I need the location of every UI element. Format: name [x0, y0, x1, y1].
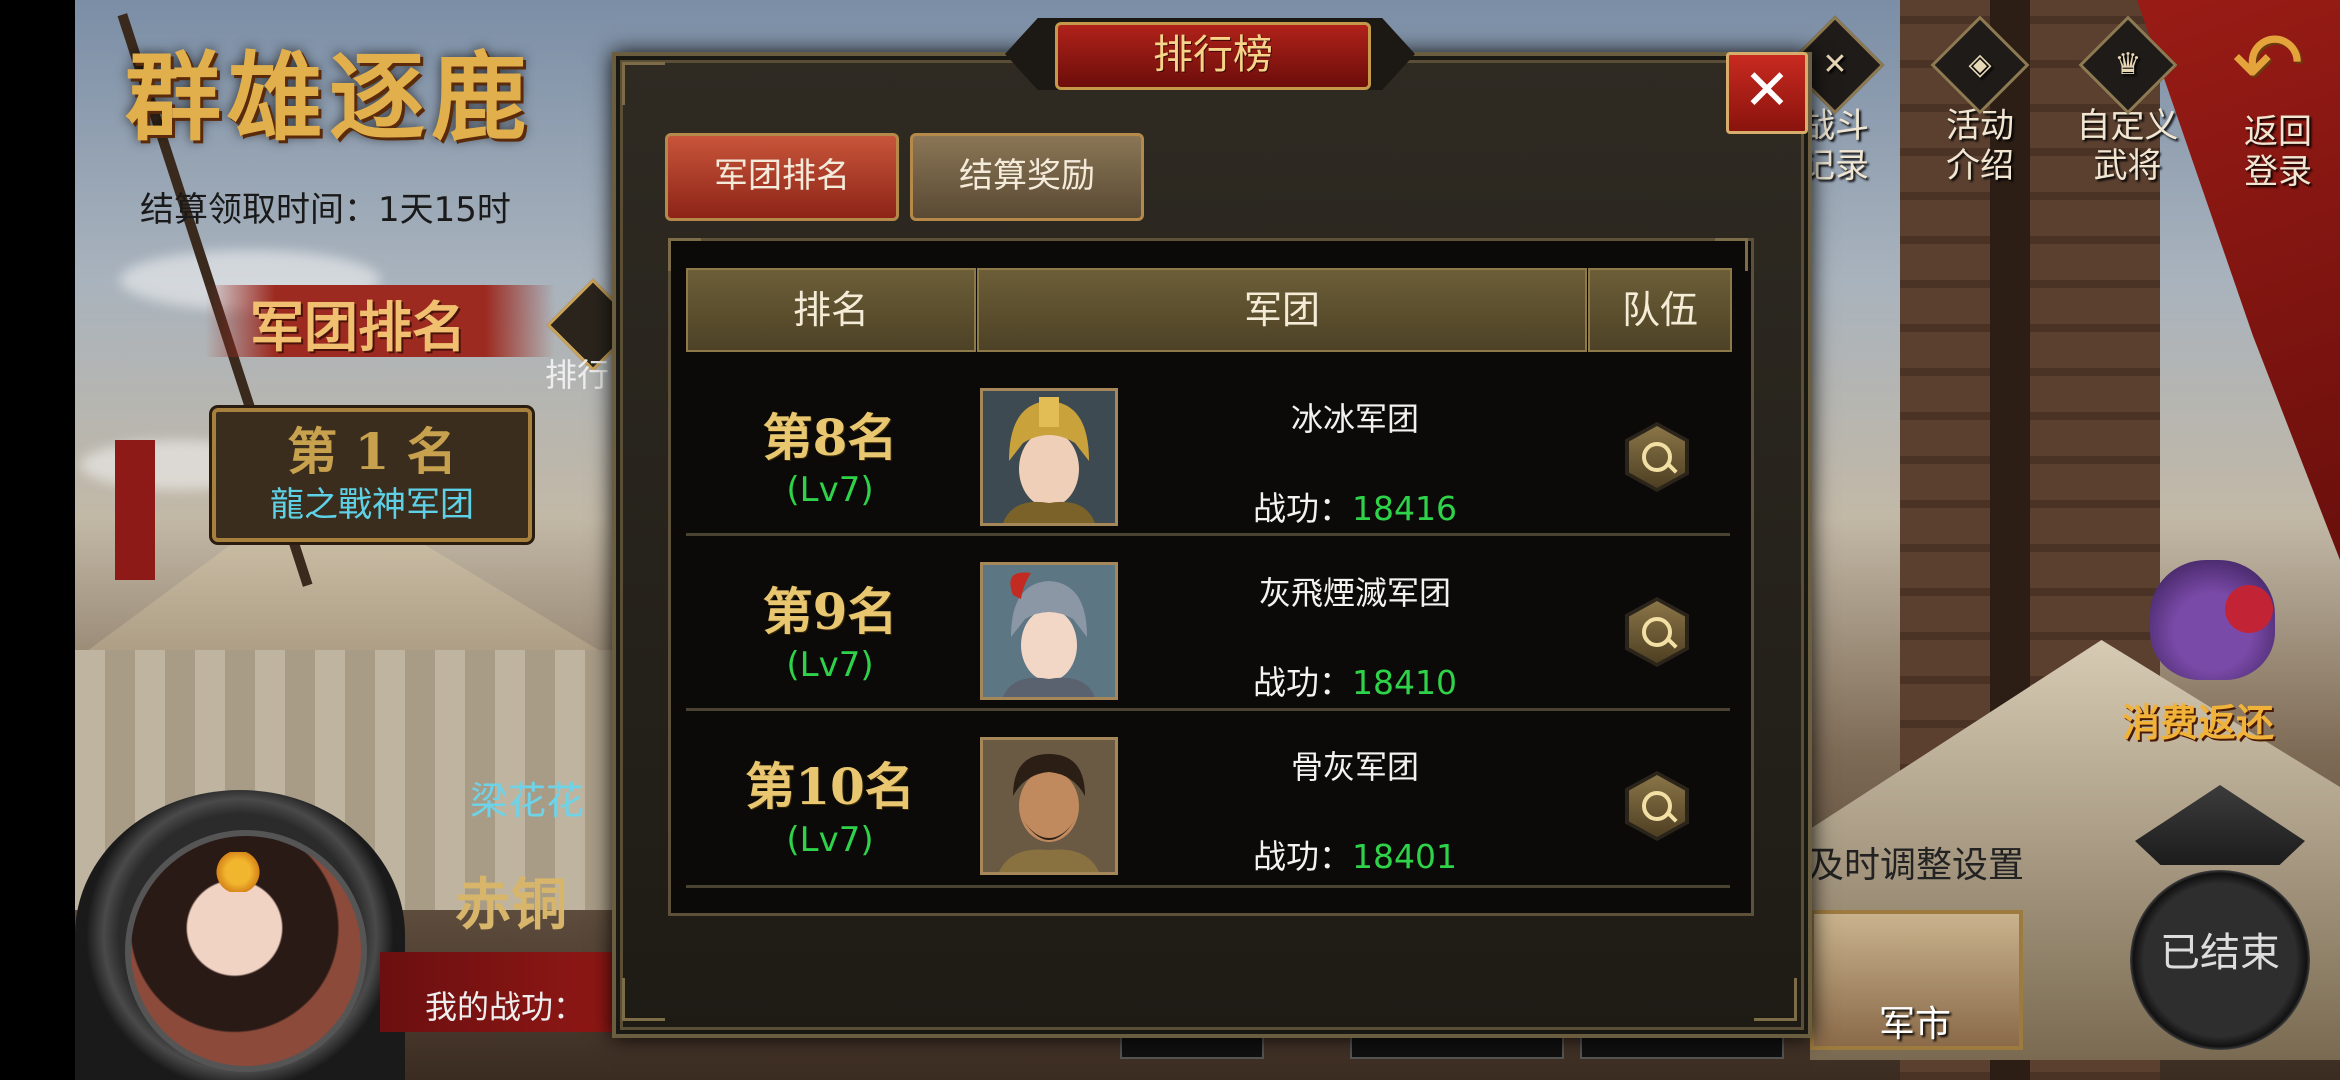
player-title: 赤铜: [455, 872, 567, 938]
merit-value: 18401: [1352, 837, 1457, 876]
rank-name: 第10名: [745, 757, 915, 816]
flower-hairpin-icon: [215, 852, 261, 892]
team-leader-portrait: [980, 737, 1118, 875]
team-leader-portrait: [980, 388, 1118, 526]
modal-title: 排行榜: [1055, 22, 1371, 90]
event-info-button[interactable]: ◈ 活动 介绍: [1930, 15, 2030, 186]
team-merit: 战功：18401: [1150, 830, 1560, 878]
settle-time: 结算领取时间：1天15时: [140, 190, 511, 230]
magnifier-icon: [1642, 617, 1672, 647]
custom-general-button[interactable]: ♛ 自定义 武将: [2065, 15, 2190, 186]
ranking-banner: 军团排名: [250, 295, 466, 359]
knot-icon: [2225, 585, 2273, 633]
merit-label: 战功：: [1253, 489, 1352, 528]
helmet-icon: ♛: [2078, 15, 2177, 115]
merit-label: 战功：: [1253, 663, 1352, 702]
close-button[interactable]: ✕: [1726, 52, 1808, 134]
column-header-rank: 排名: [686, 268, 976, 352]
team-level: (Lv7): [786, 645, 874, 685]
event-title: 群雄逐鹿: [125, 41, 533, 154]
table-corner: [1715, 238, 1748, 271]
team-level: (Lv7): [786, 820, 874, 860]
magnifier-icon: [1642, 442, 1672, 472]
team-leader-portrait: [980, 562, 1118, 700]
rank-name: 第8名: [762, 408, 898, 467]
merit-label: 战功：: [1253, 837, 1352, 876]
frame-corner: [1754, 978, 1797, 1021]
first-place-rank: 第 1 名: [287, 422, 457, 481]
ended-label: 已结束: [2160, 930, 2280, 976]
tab-settlement-rewards[interactable]: 结算奖励: [910, 133, 1144, 221]
scroll-icon: ◈: [1930, 15, 2030, 115]
tab-team-ranking[interactable]: 军团排名: [665, 133, 899, 221]
back-arrow-icon[interactable]: ↶: [2232, 21, 2304, 107]
team-name: 灰飛煙滅军团: [1258, 574, 1451, 612]
return-login-button[interactable]: 返回 登录: [2228, 112, 2328, 192]
my-merit-label: 我的战功：: [425, 988, 586, 1026]
rank-name: 第9名: [762, 582, 898, 641]
gold-helmet-portrait-icon: [983, 391, 1115, 523]
game-screen: 群雄逐鹿 结算领取时间：1天15时 军团排名 排行 第 1 名 龍之戰神军团 梁…: [0, 0, 2340, 1080]
row-divider: [686, 885, 1730, 888]
ranking-tab-label[interactable]: 排行: [545, 350, 609, 396]
column-header-squad: 队伍: [1588, 268, 1732, 352]
return-login-label-1: 返回: [2244, 112, 2312, 152]
magnifier-icon: [1642, 791, 1672, 821]
flag: [115, 440, 155, 580]
team-merit: 战功：18416: [1150, 482, 1560, 530]
player-name: 梁花花: [470, 779, 585, 823]
team-name: 冰冰军团: [1290, 400, 1419, 438]
return-login-label-2: 登录: [2244, 152, 2312, 192]
custom-general-label-2: 武将: [2093, 146, 2162, 186]
merit-value: 18416: [1352, 489, 1457, 528]
refund-button-label[interactable]: 消费返还: [2122, 692, 2274, 747]
column-header-team: 军团: [977, 268, 1587, 352]
frame-corner: [622, 62, 665, 105]
team-merit: 战功：18410: [1150, 656, 1560, 704]
team-name: 骨灰军团: [1290, 748, 1419, 786]
merit-value: 18410: [1352, 663, 1457, 702]
team-level: (Lv7): [786, 470, 874, 510]
market-label: 军市: [1878, 1004, 1951, 1045]
bearded-warrior-portrait-icon: [983, 740, 1115, 872]
row-divider: [686, 708, 1730, 711]
event-info-label-2: 介绍: [1946, 146, 2014, 186]
row-divider: [686, 533, 1730, 536]
adjust-settings-hint: 及时调整设置: [1808, 845, 2025, 886]
table-corner: [668, 238, 701, 271]
frame-corner: [622, 978, 665, 1021]
left-black-bar: [0, 0, 75, 1080]
red-plumed-helmet-portrait-icon: [983, 565, 1115, 697]
first-place-team: 龍之戰神军团: [270, 485, 474, 525]
